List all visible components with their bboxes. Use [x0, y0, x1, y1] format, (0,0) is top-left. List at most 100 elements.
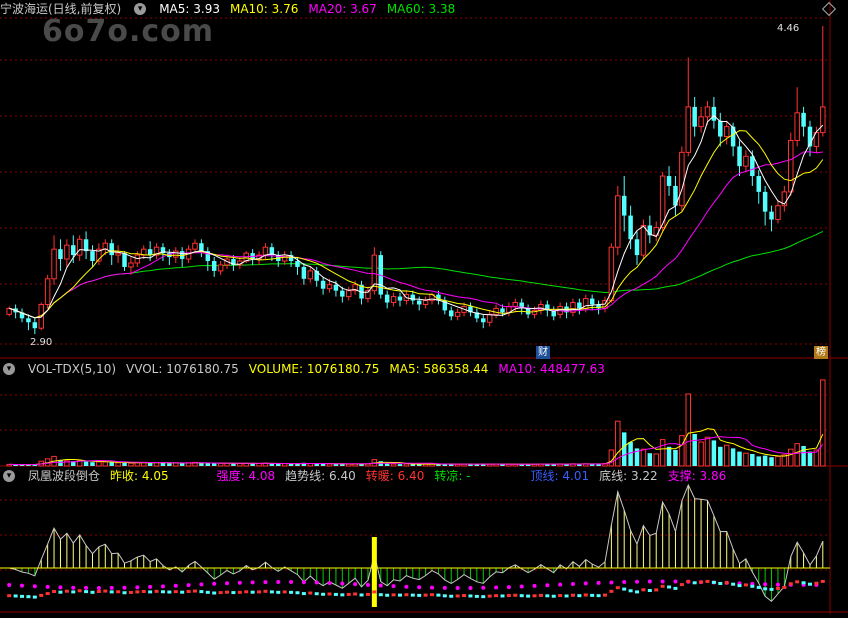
indicator-dropdown-icon[interactable]: ▾ [3, 470, 15, 482]
trend-step [775, 586, 780, 590]
trend-step [635, 590, 640, 594]
finance-tag[interactable]: 财 [536, 346, 550, 359]
support-dot [7, 583, 12, 587]
volume-bar [608, 449, 615, 467]
trend-step [731, 582, 736, 586]
cool-readout: 转凉: - [434, 469, 471, 483]
trend-step [410, 593, 415, 597]
candle-body [794, 112, 800, 141]
grid-layer [0, 0, 848, 614]
trend-step [103, 589, 108, 593]
support-dot [96, 585, 101, 590]
trend-step [128, 590, 133, 594]
trend-step [225, 590, 230, 594]
trend-step [77, 589, 82, 593]
indicator-name[interactable]: 凤凰波段倒仓 [28, 467, 100, 485]
low-label: 2.90 [30, 337, 53, 348]
trend-readout: 趋势线: 6.40 [285, 469, 356, 483]
trend-step [96, 589, 101, 593]
volume-bar [704, 436, 711, 467]
support-dot [558, 582, 563, 587]
candle-body [775, 205, 781, 221]
trend-step [109, 590, 114, 594]
candle-body [679, 151, 685, 207]
support-dot [455, 585, 460, 590]
trend-step [769, 587, 774, 591]
trend-step [487, 594, 492, 598]
trend-step [365, 592, 370, 596]
volume-bar [390, 463, 397, 467]
ma20-readout: MA20: 3.67 [308, 2, 377, 16]
candle-body [801, 112, 806, 127]
volume-bar [115, 462, 121, 467]
candle-body [390, 296, 397, 304]
volume-dropdown-icon[interactable]: ▾ [3, 363, 15, 375]
candle-body [26, 318, 31, 323]
trend-step [795, 580, 800, 584]
candle-body [333, 284, 339, 291]
trend-step [231, 591, 236, 595]
candle-body [83, 239, 89, 252]
support-dot [84, 585, 89, 590]
watermark: 6o7o.com [42, 14, 215, 49]
volume-bar [801, 446, 806, 466]
candle-body [634, 239, 640, 256]
trend-step [699, 580, 704, 584]
candle-body [628, 215, 633, 240]
support-dot [353, 582, 358, 587]
trend-step [513, 593, 518, 597]
support-dot [660, 579, 665, 584]
indicator-header: ▾ 凤凰波段倒仓 昨收: 4.05 强度: 4.08 趋势线: 6.40 转暖:… [0, 467, 726, 485]
support-dot [225, 581, 230, 586]
volume-bar [679, 435, 685, 467]
trend-step [52, 589, 57, 593]
support-dot [365, 582, 370, 587]
candle-body [147, 249, 153, 256]
stock-title[interactable]: 宁波海运(日线,前复权) [0, 0, 121, 18]
trend-step [686, 579, 691, 583]
trend-step [423, 593, 428, 597]
trend-step [551, 594, 556, 598]
candle-body [384, 294, 390, 303]
volume-bar [326, 463, 333, 467]
trend-step [148, 590, 153, 594]
volume-indicator-name[interactable]: VOL-TDX(5,10) [28, 360, 116, 378]
dropdown-icon[interactable]: ▾ [134, 3, 147, 15]
vvol-readout: VVOL: 1076180.75 [126, 362, 239, 376]
support-dot [570, 581, 575, 586]
volume-bar [807, 451, 813, 466]
support-dot [673, 579, 678, 584]
volume-bar [762, 455, 768, 466]
trend-step [13, 594, 18, 598]
trend-step [526, 594, 531, 598]
ranking-tag[interactable]: 榜 [814, 346, 828, 359]
candle-body [326, 284, 333, 290]
trend-step [814, 581, 819, 585]
candle-body [51, 248, 57, 280]
support-dot [148, 584, 153, 589]
trend-step [564, 594, 569, 598]
candle-body [820, 106, 826, 134]
support-dot [609, 580, 614, 585]
trend-step [756, 585, 761, 589]
volume-bar [628, 442, 633, 466]
support-dot [583, 581, 588, 586]
candle-body [122, 253, 127, 267]
candle-body [769, 211, 774, 220]
trend-step [397, 593, 402, 597]
trend-step [743, 583, 748, 587]
trend-step [218, 591, 223, 595]
volume-bar [640, 448, 647, 467]
trend-step [116, 590, 121, 594]
trend-step [250, 590, 255, 594]
trend-step [295, 591, 300, 595]
volume-bar [160, 462, 166, 466]
volume-bar [340, 464, 345, 466]
support-dot [263, 580, 268, 585]
trend-step [314, 592, 319, 596]
volume-bar [673, 450, 678, 466]
trend-step [679, 583, 684, 587]
support-dot [378, 583, 383, 588]
trend-step [430, 593, 435, 597]
trend-step [455, 594, 460, 598]
